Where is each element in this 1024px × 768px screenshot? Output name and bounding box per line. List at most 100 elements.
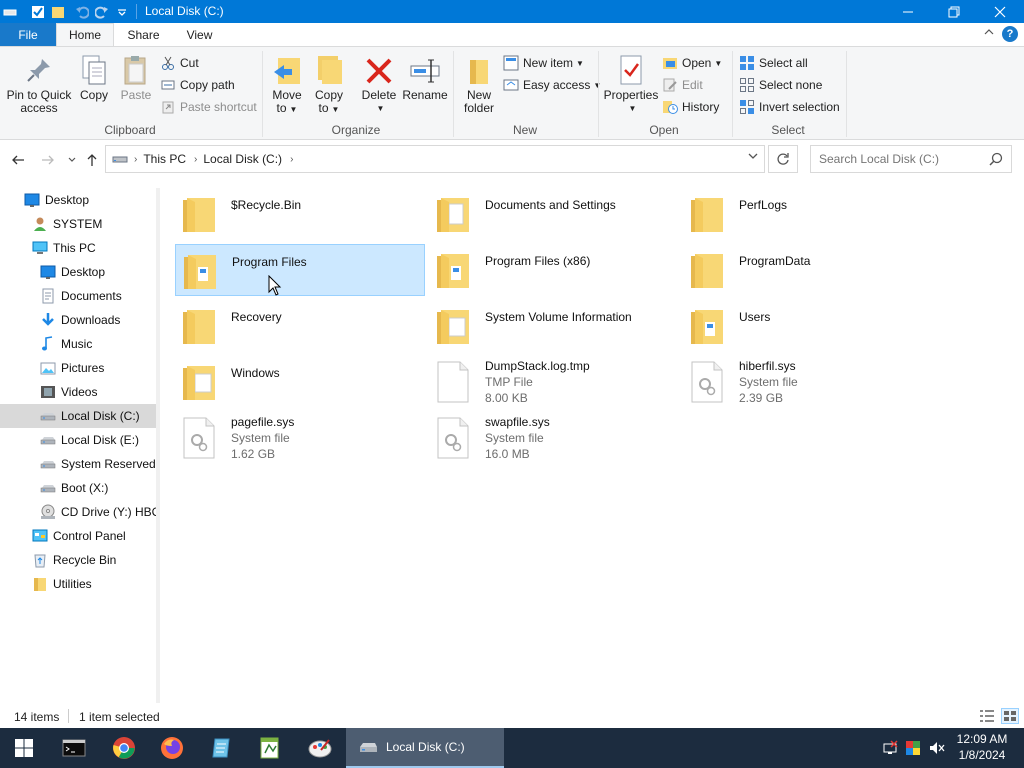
rename-button[interactable]: Rename bbox=[402, 53, 448, 102]
new-folder-button[interactable]: New folder bbox=[458, 53, 500, 115]
nav-item[interactable]: Local Disk (C:) bbox=[0, 404, 156, 428]
nav-item[interactable]: Desktop bbox=[0, 188, 156, 212]
close-button[interactable] bbox=[977, 0, 1023, 23]
file-item[interactable]: pagefile.sys System file 1.62 GB bbox=[175, 412, 425, 464]
new-folder-icon[interactable] bbox=[48, 0, 68, 23]
redo-icon[interactable] bbox=[92, 0, 112, 23]
nav-item[interactable]: Desktop bbox=[0, 260, 156, 284]
breadcrumb-local-disk[interactable]: Local Disk (C:) bbox=[203, 152, 282, 166]
properties-button[interactable]: Properties ▼ bbox=[603, 53, 659, 115]
nav-item[interactable]: Control Panel bbox=[0, 524, 156, 548]
file-item[interactable]: Program Files bbox=[175, 244, 425, 296]
help-icon[interactable]: ? bbox=[1002, 26, 1018, 42]
nav-item-label: Control Panel bbox=[53, 529, 126, 543]
nav-item[interactable]: Boot (X:) bbox=[0, 476, 156, 500]
drive-icon[interactable] bbox=[0, 0, 20, 23]
easy-access-label: Easy access bbox=[523, 78, 591, 92]
nav-item[interactable]: CD Drive (Y:) HBC bbox=[0, 500, 156, 524]
cut-button[interactable]: Cut bbox=[160, 53, 199, 73]
copy-button[interactable]: Copy bbox=[76, 53, 112, 102]
invert-selection-button[interactable]: Invert selection bbox=[739, 97, 840, 117]
back-button[interactable] bbox=[8, 150, 28, 170]
new-item-button[interactable]: New item ▼ bbox=[503, 53, 584, 73]
easy-access-button[interactable]: Easy access▼ bbox=[503, 75, 601, 95]
file-name: hiberfil.sys bbox=[739, 359, 796, 373]
address-dropdown-icon[interactable] bbox=[748, 152, 758, 163]
breadcrumb-this-pc[interactable]: This PC bbox=[143, 152, 186, 166]
nav-item[interactable]: Videos bbox=[0, 380, 156, 404]
maximize-button[interactable] bbox=[931, 0, 977, 23]
color-app-icon[interactable] bbox=[903, 738, 923, 758]
nav-item[interactable]: Downloads bbox=[0, 308, 156, 332]
file-item[interactable]: swapfile.sys System file 16.0 MB bbox=[429, 412, 679, 464]
search-icon[interactable] bbox=[989, 152, 1003, 169]
address-bar[interactable]: › This PC › Local Disk (C:) › bbox=[105, 145, 765, 173]
nav-item[interactable]: Recycle Bin bbox=[0, 548, 156, 572]
breadcrumb-chevron-icon[interactable]: › bbox=[290, 154, 293, 165]
search-box[interactable] bbox=[810, 145, 1012, 173]
details-view-icon[interactable] bbox=[978, 708, 996, 724]
start-button[interactable] bbox=[0, 728, 48, 768]
file-item[interactable]: DumpStack.log.tmp TMP File 8.00 KB bbox=[429, 356, 679, 408]
file-item[interactable]: Windows bbox=[175, 356, 425, 408]
nav-item[interactable]: Utilities bbox=[0, 572, 156, 596]
forward-button[interactable] bbox=[38, 150, 58, 170]
file-item[interactable]: Program Files (x86) bbox=[429, 244, 679, 296]
system-clock[interactable]: 12:09 AM 1/8/2024 bbox=[952, 731, 1012, 763]
paste-shortcut-icon bbox=[160, 99, 176, 115]
pin-quick-access-button[interactable]: Pin to Quick access bbox=[6, 53, 72, 115]
file-item[interactable]: hiberfil.sys System file 2.39 GB bbox=[683, 356, 933, 408]
tab-view[interactable]: View bbox=[173, 23, 226, 46]
delete-button[interactable]: Delete ▼ bbox=[360, 53, 398, 115]
file-item[interactable]: System Volume Information bbox=[429, 300, 679, 352]
tab-share[interactable]: Share bbox=[116, 23, 171, 46]
large-icons-view-icon[interactable] bbox=[1001, 708, 1019, 724]
file-item[interactable]: Recovery bbox=[175, 300, 425, 352]
nav-item[interactable]: This PC bbox=[0, 236, 156, 260]
up-button[interactable] bbox=[82, 150, 102, 170]
nav-item[interactable]: Local Disk (E:) bbox=[0, 428, 156, 452]
tab-file[interactable]: File bbox=[0, 23, 56, 46]
minimize-button[interactable] bbox=[885, 0, 931, 23]
copy-path-button[interactable]: Copy path bbox=[160, 75, 235, 95]
network-icon[interactable] bbox=[880, 738, 900, 758]
chrome-icon[interactable] bbox=[100, 728, 148, 768]
copy-to-button[interactable]: Copy to ▼ bbox=[310, 53, 348, 116]
select-none-button[interactable]: Select none bbox=[739, 75, 822, 95]
nav-item[interactable]: SYSTEM bbox=[0, 212, 156, 236]
open-button[interactable]: Open ▼ bbox=[662, 53, 722, 73]
file-item[interactable]: PerfLogs bbox=[683, 188, 933, 240]
recent-locations-button[interactable] bbox=[62, 150, 82, 170]
tab-home[interactable]: Home bbox=[56, 23, 114, 46]
nav-item[interactable]: Documents bbox=[0, 284, 156, 308]
command-prompt-icon[interactable] bbox=[50, 728, 98, 768]
collapse-ribbon-icon[interactable] bbox=[984, 27, 994, 39]
nav-item[interactable]: System Reserved ( bbox=[0, 452, 156, 476]
notepad-plus-plus-icon[interactable] bbox=[246, 728, 294, 768]
file-item[interactable]: Users bbox=[683, 300, 933, 352]
undo-icon[interactable] bbox=[72, 0, 92, 23]
refresh-button[interactable] bbox=[768, 145, 798, 173]
edit-button[interactable]: Edit bbox=[662, 75, 703, 95]
file-name: DumpStack.log.tmp bbox=[485, 359, 590, 373]
paint-icon[interactable] bbox=[296, 728, 344, 768]
file-item[interactable]: Documents and Settings bbox=[429, 188, 679, 240]
paste-shortcut-button[interactable]: Paste shortcut bbox=[160, 97, 257, 117]
breadcrumb-chevron-icon[interactable]: › bbox=[134, 154, 137, 165]
volume-muted-icon[interactable] bbox=[927, 738, 947, 758]
file-item[interactable]: ProgramData bbox=[683, 244, 933, 296]
move-to-button[interactable]: Move to ▼ bbox=[268, 53, 306, 116]
select-all-button[interactable]: Select all bbox=[739, 53, 808, 73]
firefox-icon[interactable] bbox=[148, 728, 196, 768]
nav-item[interactable]: Pictures bbox=[0, 356, 156, 380]
qat-dropdown-icon[interactable] bbox=[112, 0, 132, 23]
notepad-icon[interactable] bbox=[197, 728, 245, 768]
history-button[interactable]: History bbox=[662, 97, 719, 117]
file-item[interactable]: $Recycle.Bin bbox=[175, 188, 425, 240]
taskbar-file-explorer-window[interactable]: Local Disk (C:) bbox=[346, 728, 504, 768]
paste-button[interactable]: Paste bbox=[118, 53, 154, 102]
properties-check-icon[interactable] bbox=[28, 0, 48, 23]
breadcrumb-chevron-icon[interactable]: › bbox=[194, 154, 197, 165]
nav-item[interactable]: Music bbox=[0, 332, 156, 356]
search-input[interactable] bbox=[811, 146, 981, 172]
